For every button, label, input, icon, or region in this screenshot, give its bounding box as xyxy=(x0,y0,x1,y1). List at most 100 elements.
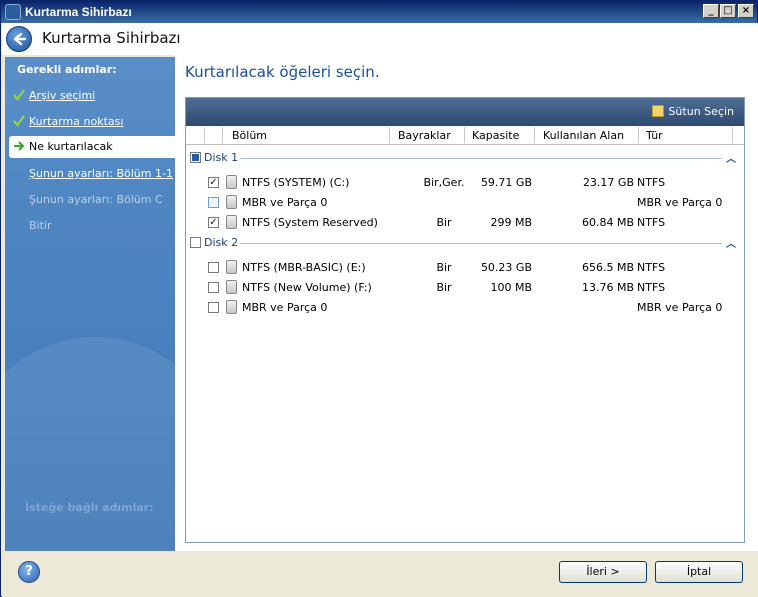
disk-group-label: Disk 2 xyxy=(204,236,239,249)
column-separator xyxy=(222,127,223,143)
partition-icon xyxy=(226,195,237,209)
cell-type: NTFS xyxy=(637,261,666,274)
cell-used-space: 656.5 MB xyxy=(581,261,634,274)
sidebar-item-recovery-point[interactable]: Kurtarma noktası xyxy=(5,111,175,133)
arrow-right-icon xyxy=(14,141,25,151)
optional-steps-heading: İsteğe bağlı adımlar: xyxy=(25,501,154,514)
group-divider xyxy=(240,158,722,159)
cell-partition: MBR ve Parça 0 xyxy=(242,196,328,209)
sidebar-item-settings-partition-c: Şunun ayarları: Bölüm C xyxy=(5,189,175,211)
required-steps-heading: Gerekli adımlar: xyxy=(17,63,117,76)
cancel-button[interactable]: İptal xyxy=(655,561,743,583)
cell-partition: NTFS (SYSTEM) (C:) xyxy=(242,176,350,189)
disk-1-checkbox[interactable] xyxy=(190,152,201,163)
cell-partition: NTFS (MBR-BASIC) (E:) xyxy=(242,261,366,274)
row-checkbox[interactable] xyxy=(208,262,219,273)
cell-type: MBR ve Parça 0 xyxy=(637,196,723,209)
wizard-header: Kurtarma Sihirbazı xyxy=(2,23,758,55)
column-select-label: Sütun Seçin xyxy=(668,105,734,118)
table-row[interactable]: ✓ NTFS (System Reserved) Bir 299 MB 60.8… xyxy=(186,212,744,232)
sidebar-item-label: Arşiv seçimi xyxy=(29,89,96,102)
cell-type: NTFS xyxy=(637,176,666,189)
row-checkbox[interactable]: ✓ xyxy=(208,217,219,228)
column-header-used-space[interactable]: Kullanılan Alan xyxy=(543,129,624,142)
title-bar[interactable]: Kurtarma Sihirbazı _ □ × xyxy=(1,1,757,23)
cell-type: NTFS xyxy=(637,281,666,294)
app-icon xyxy=(5,4,21,20)
table-row[interactable]: MBR ve Parça 0 MBR ve Parça 0 xyxy=(186,297,744,317)
column-header-capacity[interactable]: Kapasite xyxy=(472,129,519,142)
cell-capacity: 100 MB xyxy=(490,281,532,294)
row-checkbox[interactable] xyxy=(208,302,219,313)
sidebar-item-finish: Bitir xyxy=(5,215,175,237)
main-content: Kurtarılacak öğeleri seçin. Sütun Seçin … xyxy=(175,55,758,551)
cell-partition: NTFS (New Volume) (F:) xyxy=(242,281,372,294)
disk-group-label: Disk 1 xyxy=(204,151,239,164)
chevron-up-icon[interactable]: ︿ xyxy=(726,235,736,250)
cell-type: MBR ve Parça 0 xyxy=(637,301,723,314)
column-select-button[interactable]: Sütun Seçin xyxy=(652,105,734,118)
column-separator xyxy=(534,127,535,143)
cell-partition: MBR ve Parça 0 xyxy=(242,301,328,314)
items-panel: Sütun Seçin Bölüm Bayraklar Kapasite Kul… xyxy=(185,97,745,543)
disk-group-1[interactable]: Disk 1 ︿ xyxy=(190,150,740,166)
sidebar-item-label: Ne kurtarılacak xyxy=(29,140,113,153)
window-title: Kurtarma Sihirbazı xyxy=(25,5,132,19)
steps-sidebar: Gerekli adımlar: Arşiv seçimi Kurtarma n… xyxy=(5,57,175,551)
minimize-button[interactable]: _ xyxy=(703,4,719,18)
column-separator xyxy=(204,127,205,143)
table-row[interactable]: NTFS (MBR-BASIC) (E:) Bir 50.23 GB 656.5… xyxy=(186,257,744,277)
column-header: Bölüm Bayraklar Kapasite Kullanılan Alan… xyxy=(186,126,744,145)
group-divider xyxy=(240,243,722,244)
sidebar-item-archive-selection[interactable]: Arşiv seçimi xyxy=(5,85,175,107)
checkmark-icon xyxy=(13,115,25,127)
sidebar-item-label: Şunun ayarları: Bölüm 1-1 xyxy=(29,167,173,180)
cell-used-space: 60.84 MB xyxy=(581,216,634,229)
cell-capacity: 59.71 GB xyxy=(480,176,532,189)
row-checkbox[interactable]: ✓ xyxy=(208,177,219,188)
close-button[interactable]: × xyxy=(738,4,754,18)
next-button[interactable]: İleri > xyxy=(559,561,647,583)
cell-type: NTFS xyxy=(637,216,666,229)
partition-icon xyxy=(226,260,237,274)
table-row[interactable]: ✓ NTFS (SYSTEM) (C:) Bir,Ger. 59.71 GB 2… xyxy=(186,172,744,192)
column-separator xyxy=(732,127,733,143)
page-title: Kurtarılacak öğeleri seçin. xyxy=(185,63,380,81)
sidebar-item-settings-partition-1-1[interactable]: Şunun ayarları: Bölüm 1-1 xyxy=(5,163,175,185)
table-row[interactable]: NTFS (New Volume) (F:) Bir 100 MB 13.76 … xyxy=(186,277,744,297)
partition-icon xyxy=(226,175,237,189)
column-separator xyxy=(464,127,465,143)
sidebar-item-label: Kurtarma noktası xyxy=(29,115,124,128)
panel-toolbar: Sütun Seçin xyxy=(186,98,744,126)
sidebar-item-what-to-recover[interactable]: Ne kurtarılacak xyxy=(9,136,175,158)
column-separator xyxy=(389,127,390,143)
column-header-partition[interactable]: Bölüm xyxy=(232,129,267,142)
disk-group-2[interactable]: Disk 2 ︿ xyxy=(190,235,740,251)
cell-capacity: 50.23 GB xyxy=(480,261,532,274)
column-header-flags[interactable]: Bayraklar xyxy=(398,129,451,142)
row-checkbox[interactable] xyxy=(208,282,219,293)
wizard-window: Kurtarma Sihirbazı _ □ × Kurtarma Sihirb… xyxy=(0,0,758,597)
back-arrow-icon[interactable] xyxy=(6,26,32,52)
sidebar-item-label: Bitir xyxy=(29,219,52,232)
partition-icon xyxy=(226,280,237,294)
wizard-title: Kurtarma Sihirbazı xyxy=(42,29,181,47)
partition-icon xyxy=(226,215,237,229)
checkmark-icon xyxy=(13,89,25,101)
column-separator xyxy=(638,127,639,143)
help-icon[interactable]: ? xyxy=(18,561,40,583)
partition-icon xyxy=(226,300,237,314)
cell-used-space: 13.76 MB xyxy=(581,281,634,294)
table-row[interactable]: MBR ve Parça 0 MBR ve Parça 0 xyxy=(186,192,744,212)
button-bar: ? İleri > İptal xyxy=(2,551,758,597)
chevron-up-icon[interactable]: ︿ xyxy=(726,150,736,165)
sidebar-decoration xyxy=(5,337,175,551)
cell-used-space: 23.17 GB xyxy=(582,176,634,189)
cell-partition: NTFS (System Reserved) xyxy=(242,216,378,229)
columns-icon xyxy=(652,105,665,117)
maximize-button[interactable]: □ xyxy=(720,4,736,18)
row-checkbox[interactable] xyxy=(208,197,219,208)
cell-capacity: 299 MB xyxy=(490,216,532,229)
disk-2-checkbox[interactable] xyxy=(190,237,201,248)
column-header-type[interactable]: Tür xyxy=(646,129,663,142)
